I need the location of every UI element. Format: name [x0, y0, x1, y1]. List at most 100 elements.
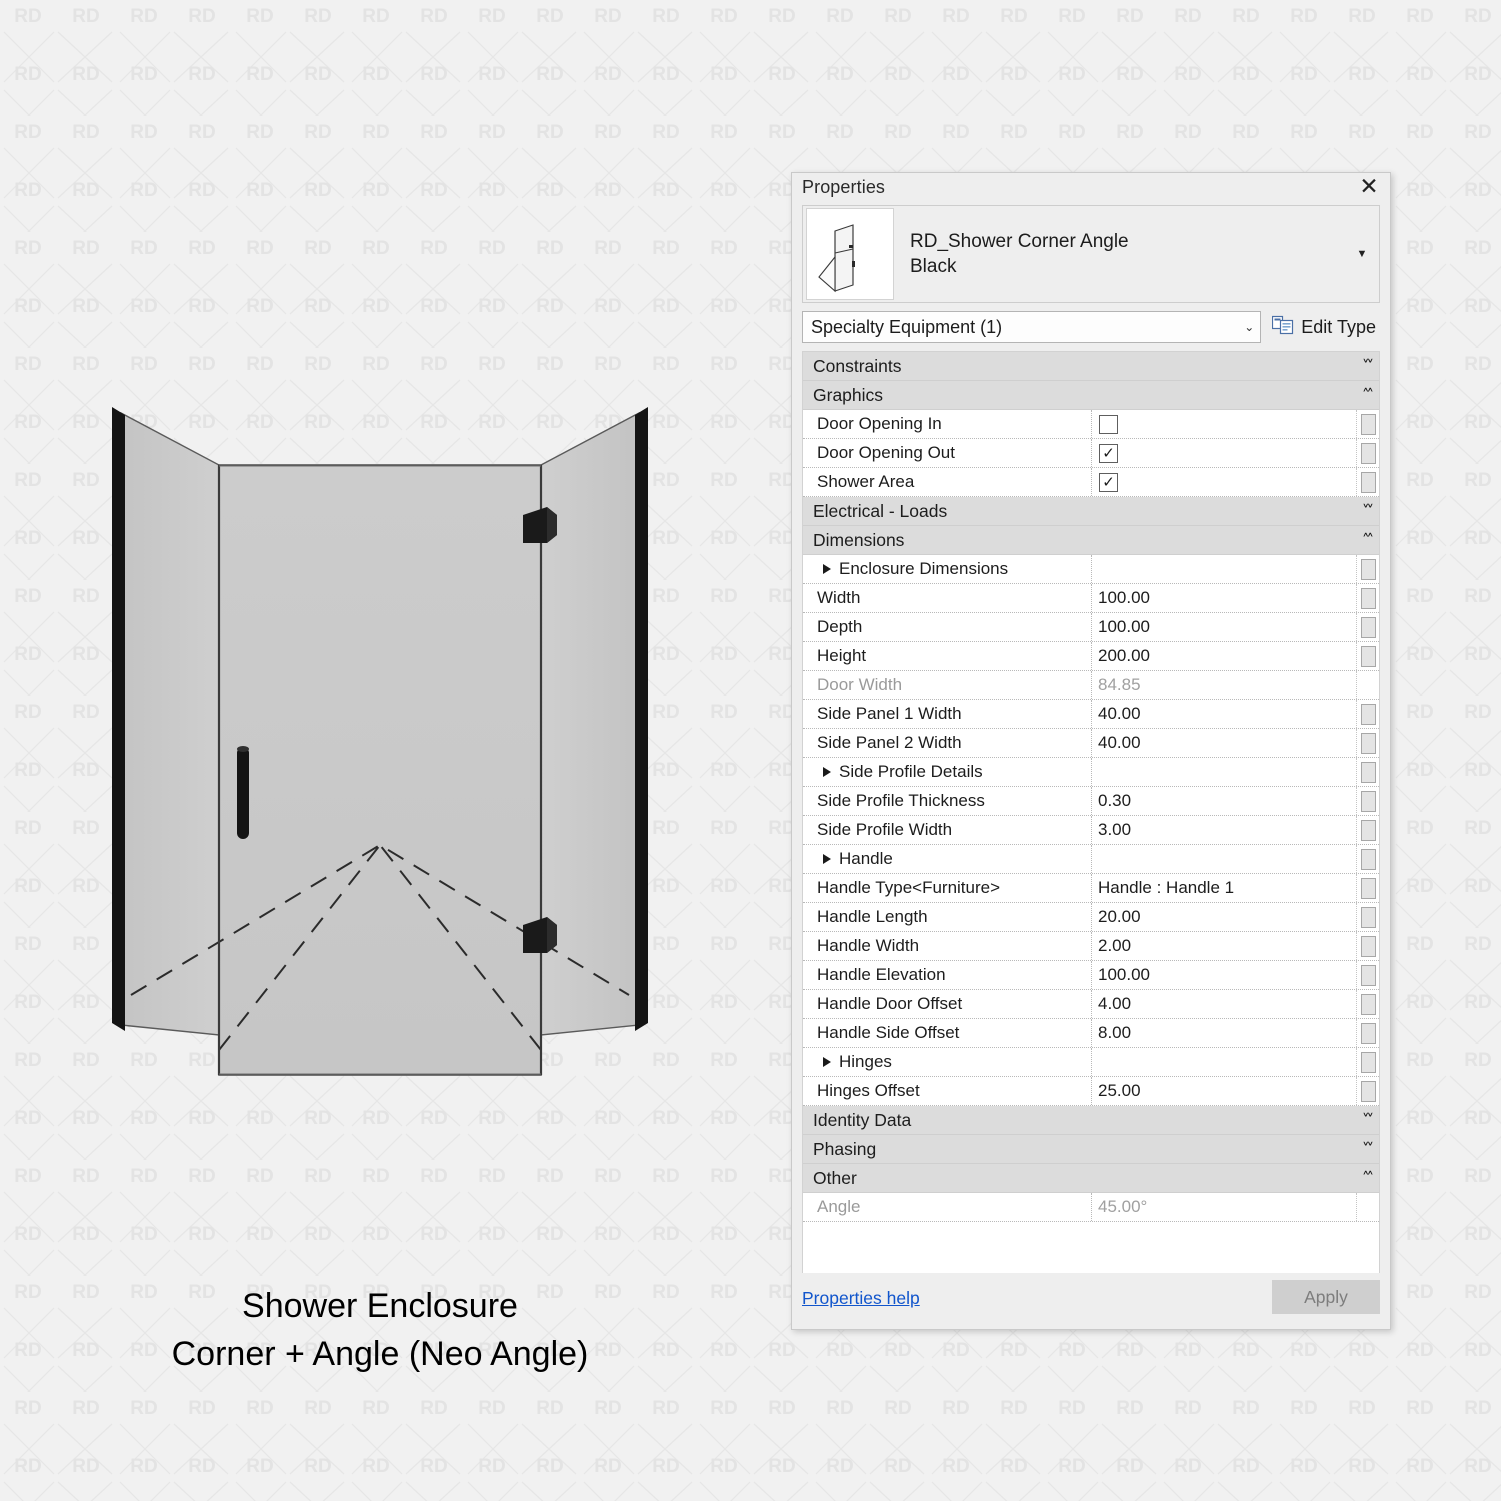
associate-parameter-button[interactable]: [1360, 1022, 1376, 1044]
chevron-down-icon[interactable]: ˅˅: [1362, 1106, 1374, 1134]
property-value[interactable]: 40.00: [1092, 700, 1356, 728]
chevron-up-icon[interactable]: ˄˄: [1362, 381, 1374, 409]
apply-button[interactable]: Apply: [1272, 1280, 1380, 1314]
section-header[interactable]: Dimensions ˄˄: [803, 526, 1379, 555]
chevron-up-icon[interactable]: ˄˄: [1362, 1164, 1374, 1192]
properties-footer: Properties help Apply: [802, 1273, 1380, 1323]
property-value-text: 40.00: [1098, 733, 1141, 752]
property-value[interactable]: [1092, 410, 1356, 438]
associate-parameter-cell: [1356, 555, 1379, 583]
associate-parameter-button[interactable]: [1360, 442, 1376, 464]
associate-parameter-button[interactable]: [1360, 964, 1376, 986]
associate-parameter-button[interactable]: [1360, 790, 1376, 812]
associate-parameter-cell: [1356, 410, 1379, 438]
section-label: Constraints: [813, 355, 902, 376]
associate-parameter-button[interactable]: [1360, 935, 1376, 957]
associate-parameter-cell: [1356, 758, 1379, 786]
property-value: [1092, 1048, 1356, 1076]
associate-parameter-button[interactable]: [1360, 761, 1376, 783]
associate-parameter-cell: [1356, 845, 1379, 873]
properties-titlebar: Properties ✕: [792, 173, 1390, 205]
associate-parameter-button[interactable]: [1360, 993, 1376, 1015]
associate-parameter-cell: [1356, 439, 1379, 467]
associate-parameter-button[interactable]: [1360, 819, 1376, 841]
property-value[interactable]: 4.00: [1092, 990, 1356, 1018]
property-value[interactable]: 200.00: [1092, 642, 1356, 670]
associate-parameter-button[interactable]: [1360, 413, 1376, 435]
property-value[interactable]: 2.00: [1092, 932, 1356, 960]
property-name: Hinges Offset: [803, 1077, 1092, 1105]
checkbox-unchecked[interactable]: [1099, 414, 1118, 434]
property-value[interactable]: 0.30: [1092, 787, 1356, 815]
property-value[interactable]: ✓: [1092, 468, 1356, 496]
associate-parameter-button[interactable]: [1360, 732, 1376, 754]
chevron-down-icon[interactable]: ˅˅: [1362, 497, 1374, 525]
edit-type-button[interactable]: Edit Type: [1272, 315, 1380, 340]
property-name-label: Handle Length: [817, 907, 928, 926]
property-value[interactable]: 25.00: [1092, 1077, 1356, 1105]
property-value[interactable]: ✓: [1092, 439, 1356, 467]
property-value[interactable]: 100.00: [1092, 613, 1356, 641]
associate-parameter-button[interactable]: [1360, 703, 1376, 725]
section-header[interactable]: Electrical - Loads ˅˅: [803, 497, 1379, 526]
section-header[interactable]: Phasing ˅˅: [803, 1135, 1379, 1164]
caption-line-2: Corner + Angle (Neo Angle): [171, 1335, 589, 1374]
property-value[interactable]: 100.00: [1092, 961, 1356, 989]
checkbox-checked[interactable]: ✓: [1099, 472, 1118, 492]
associate-parameter-button[interactable]: [1360, 877, 1376, 899]
associate-parameter-button[interactable]: [1360, 471, 1376, 493]
caption-line-1: Shower Enclosure: [242, 1287, 518, 1325]
property-value-text: 200.00: [1098, 646, 1150, 665]
property-row: Handle Side Offset 8.00: [803, 1019, 1379, 1048]
property-name-label: Handle Door Offset: [817, 994, 963, 1013]
associate-parameter-button[interactable]: [1360, 906, 1376, 928]
chevron-up-icon[interactable]: ˄˄: [1362, 526, 1374, 554]
property-group-row[interactable]: Hinges: [803, 1048, 1379, 1077]
type-selector[interactable]: RD_Shower Corner Angle Black ▼: [802, 205, 1380, 303]
chevron-down-icon[interactable]: ˅˅: [1362, 1135, 1374, 1163]
property-value-text: 25.00: [1098, 1081, 1141, 1100]
section-label: Dimensions: [813, 529, 905, 550]
family-category-select[interactable]: Specialty Equipment (1) ⌄: [802, 311, 1262, 343]
associate-parameter-cell: [1356, 671, 1379, 699]
type-name: RD_Shower Corner Angle Black: [910, 229, 1349, 279]
associate-parameter-button[interactable]: [1360, 616, 1376, 638]
associate-parameter-button[interactable]: [1360, 645, 1376, 667]
property-group-row[interactable]: Handle: [803, 845, 1379, 874]
property-value[interactable]: Handle : Handle 1: [1092, 874, 1356, 902]
property-value[interactable]: 3.00: [1092, 816, 1356, 844]
property-value[interactable]: 40.00: [1092, 729, 1356, 757]
property-value: [1092, 845, 1356, 873]
section-header[interactable]: Identity Data ˅˅: [803, 1106, 1379, 1135]
associate-parameter-button[interactable]: [1360, 587, 1376, 609]
associate-parameter-button[interactable]: [1360, 848, 1376, 870]
property-name: Handle Side Offset: [803, 1019, 1092, 1047]
associate-parameter-button[interactable]: [1360, 1051, 1376, 1073]
section-header[interactable]: Graphics ˄˄: [803, 381, 1379, 410]
chevron-down-icon[interactable]: ˅˅: [1362, 352, 1374, 380]
chevron-down-icon: ⌄: [1244, 320, 1255, 334]
property-value[interactable]: 45.00°: [1092, 1193, 1356, 1221]
property-group-row[interactable]: Enclosure Dimensions: [803, 555, 1379, 584]
property-name: Handle Type<Furniture>: [803, 874, 1092, 902]
property-name: Door Width: [803, 671, 1092, 699]
properties-help-link[interactable]: Properties help: [802, 1288, 920, 1309]
section-header[interactable]: Other ˄˄: [803, 1164, 1379, 1193]
section-header[interactable]: Constraints ˅˅: [803, 352, 1379, 381]
property-value[interactable]: 8.00: [1092, 1019, 1356, 1047]
property-group-row[interactable]: Side Profile Details: [803, 758, 1379, 787]
close-icon[interactable]: ✕: [1356, 175, 1382, 201]
triangle-right-icon: [823, 1057, 831, 1067]
property-name-label: Hinges: [839, 1052, 892, 1071]
property-name-label: Door Opening In: [817, 414, 942, 433]
associate-parameter-button[interactable]: [1360, 1080, 1376, 1102]
property-name: Side Panel 1 Width: [803, 700, 1092, 728]
property-value[interactable]: 84.85: [1092, 671, 1356, 699]
chevron-down-icon[interactable]: ▼: [1349, 248, 1375, 260]
property-value[interactable]: 100.00: [1092, 584, 1356, 612]
section-label: Identity Data: [813, 1109, 912, 1130]
associate-parameter-cell: [1356, 874, 1379, 902]
associate-parameter-button[interactable]: [1360, 558, 1376, 580]
property-value[interactable]: 20.00: [1092, 903, 1356, 931]
checkbox-checked[interactable]: ✓: [1099, 443, 1118, 463]
